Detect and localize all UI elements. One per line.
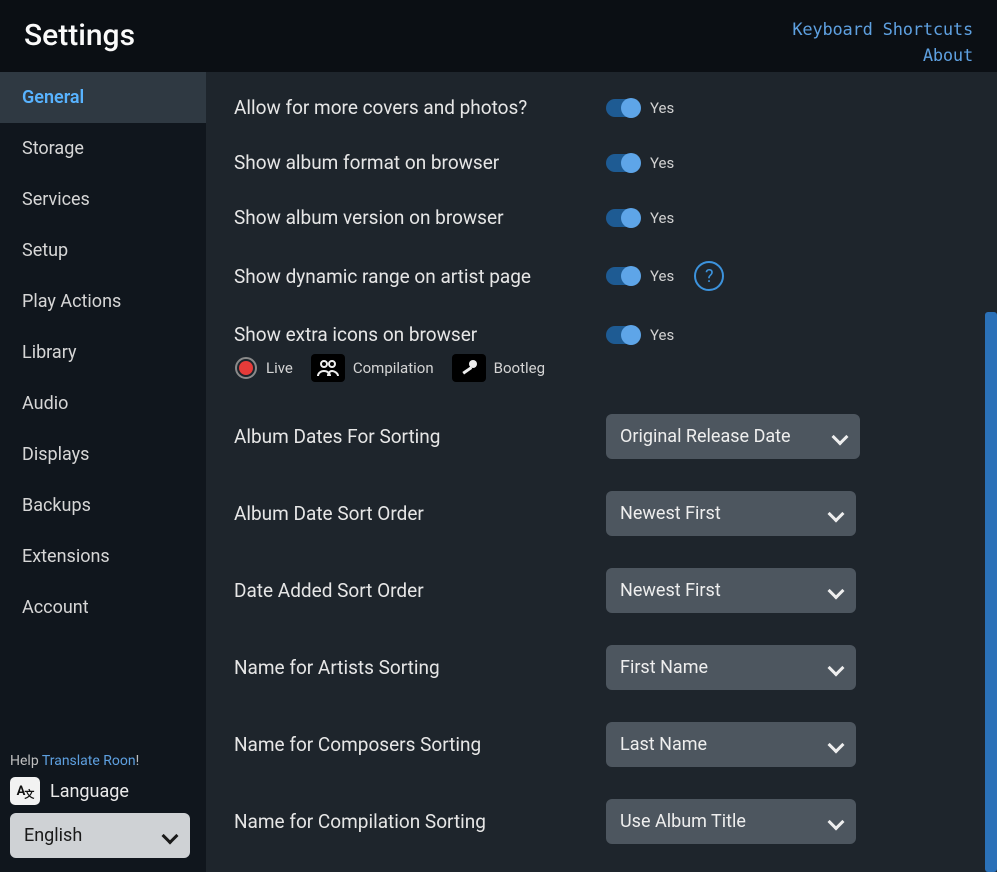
dropdown-value: Use Album Title bbox=[620, 811, 746, 832]
sidebar-item-displays[interactable]: Displays bbox=[0, 429, 206, 480]
setting-label: Name for Artists Sorting bbox=[234, 656, 606, 679]
date-added-sort-order-dropdown[interactable]: Newest First bbox=[606, 568, 856, 613]
setting-label: Date Added Sort Order bbox=[234, 579, 606, 602]
setting-label: Album Date Sort Order bbox=[234, 502, 606, 525]
people-icon bbox=[311, 354, 345, 382]
setting-name-artists-sorting: Name for Artists Sorting First Name bbox=[234, 645, 937, 690]
toggle-show-version[interactable] bbox=[606, 209, 640, 227]
name-composers-sorting-dropdown[interactable]: Last Name bbox=[606, 722, 856, 767]
setting-label: Show extra icons on browser bbox=[234, 323, 606, 346]
sidebar-item-setup[interactable]: Setup bbox=[0, 225, 206, 276]
toggle-state: Yes bbox=[650, 209, 674, 227]
setting-show-extra-icons: Show extra icons on browser Yes bbox=[234, 323, 937, 346]
help-suffix: ! bbox=[136, 753, 140, 769]
name-compilation-sorting-dropdown[interactable]: Use Album Title bbox=[606, 799, 856, 844]
sidebar-bottom: Help Translate Roon! A文 Language English bbox=[0, 743, 206, 872]
album-date-sort-order-dropdown[interactable]: Newest First bbox=[606, 491, 856, 536]
sidebar-item-play-actions[interactable]: Play Actions bbox=[0, 276, 206, 327]
live-label: Live bbox=[266, 359, 293, 377]
sidebar-item-services[interactable]: Services bbox=[0, 174, 206, 225]
help-translate-line: Help Translate Roon! bbox=[10, 749, 196, 777]
setting-label: Name for Compilation Sorting bbox=[234, 810, 606, 833]
language-label: Language bbox=[50, 781, 129, 802]
sidebar-item-library[interactable]: Library bbox=[0, 327, 206, 378]
setting-label: Show dynamic range on artist page bbox=[234, 265, 606, 288]
sidebar-item-audio[interactable]: Audio bbox=[0, 378, 206, 429]
help-prefix: Help bbox=[10, 753, 42, 769]
sidebar-item-general[interactable]: General bbox=[0, 72, 206, 123]
setting-show-version: Show album version on browser Yes bbox=[234, 206, 937, 229]
help-icon[interactable]: ? bbox=[694, 261, 724, 291]
toggle-state: Yes bbox=[650, 326, 674, 344]
setting-show-format: Show album format on browser Yes bbox=[234, 151, 937, 174]
toggle-state: Yes bbox=[650, 154, 674, 172]
keyboard-shortcuts-link[interactable]: Keyboard Shortcuts bbox=[792, 20, 973, 40]
toggle-state: Yes bbox=[650, 267, 674, 285]
setting-label: Show album version on browser bbox=[234, 206, 606, 229]
chevron-down-icon bbox=[828, 661, 842, 675]
setting-date-added-sort-order: Date Added Sort Order Newest First bbox=[234, 568, 937, 613]
setting-album-date-sort-order: Album Date Sort Order Newest First bbox=[234, 491, 937, 536]
setting-show-dynamic: Show dynamic range on artist page Yes ? bbox=[234, 261, 937, 291]
extra-icons-legend: Live Compilation Bootleg bbox=[234, 354, 937, 382]
bootleg-label: Bootleg bbox=[494, 359, 545, 377]
toggle-allow-covers[interactable] bbox=[606, 99, 640, 117]
setting-label: Name for Composers Sorting bbox=[234, 733, 606, 756]
album-dates-sorting-dropdown[interactable]: Original Release Date bbox=[606, 414, 860, 459]
setting-label: Show album format on browser bbox=[234, 151, 606, 174]
chevron-down-icon bbox=[828, 507, 842, 521]
language-row: A文 Language bbox=[10, 777, 196, 805]
setting-name-composers-sorting: Name for Composers Sorting Last Name bbox=[234, 722, 937, 767]
about-link[interactable]: About bbox=[923, 46, 973, 66]
translate-icon: A文 bbox=[10, 777, 40, 805]
bootleg-badge: Bootleg bbox=[452, 354, 545, 382]
header: Settings Keyboard Shortcuts About bbox=[0, 0, 997, 72]
toggle-show-extra-icons[interactable] bbox=[606, 326, 640, 344]
compilation-label: Compilation bbox=[353, 359, 434, 377]
toggle-show-dynamic[interactable] bbox=[606, 267, 640, 285]
dropdown-value: Original Release Date bbox=[620, 426, 791, 447]
setting-album-dates-sorting: Album Dates For Sorting Original Release… bbox=[234, 414, 937, 459]
chevron-down-icon bbox=[162, 829, 176, 843]
name-artists-sorting-dropdown[interactable]: First Name bbox=[606, 645, 856, 690]
sidebar: General Storage Services Setup Play Acti… bbox=[0, 72, 206, 872]
dropdown-value: First Name bbox=[620, 657, 708, 678]
chevron-down-icon bbox=[828, 738, 842, 752]
sidebar-nav: General Storage Services Setup Play Acti… bbox=[0, 72, 206, 743]
live-icon bbox=[235, 357, 257, 379]
toggle-state: Yes bbox=[650, 99, 674, 117]
compilation-badge: Compilation bbox=[311, 354, 434, 382]
scrollbar[interactable] bbox=[985, 312, 997, 872]
chevron-down-icon bbox=[832, 430, 846, 444]
setting-label: Allow for more covers and photos? bbox=[234, 96, 606, 119]
dropdown-value: Newest First bbox=[620, 580, 721, 601]
setting-label: Album Dates For Sorting bbox=[234, 425, 606, 448]
setting-name-compilation-sorting: Name for Compilation Sorting Use Album T… bbox=[234, 799, 937, 844]
header-links: Keyboard Shortcuts About bbox=[792, 18, 973, 69]
sidebar-item-backups[interactable]: Backups bbox=[0, 480, 206, 531]
sidebar-item-account[interactable]: Account bbox=[0, 582, 206, 633]
sidebar-item-storage[interactable]: Storage bbox=[0, 123, 206, 174]
page-title: Settings bbox=[24, 18, 135, 53]
mic-icon bbox=[452, 354, 486, 382]
chevron-down-icon bbox=[828, 584, 842, 598]
language-value: English bbox=[24, 825, 82, 846]
setting-allow-covers: Allow for more covers and photos? Yes bbox=[234, 96, 937, 119]
dropdown-value: Last Name bbox=[620, 734, 707, 755]
chevron-down-icon bbox=[828, 815, 842, 829]
translate-roon-link[interactable]: Translate Roon bbox=[42, 753, 136, 769]
toggle-show-format[interactable] bbox=[606, 154, 640, 172]
dropdown-value: Newest First bbox=[620, 503, 721, 524]
sidebar-item-extensions[interactable]: Extensions bbox=[0, 531, 206, 582]
live-badge: Live bbox=[234, 356, 293, 380]
language-dropdown[interactable]: English bbox=[10, 813, 190, 858]
main-settings-panel: Allow for more covers and photos? Yes Sh… bbox=[206, 72, 997, 872]
